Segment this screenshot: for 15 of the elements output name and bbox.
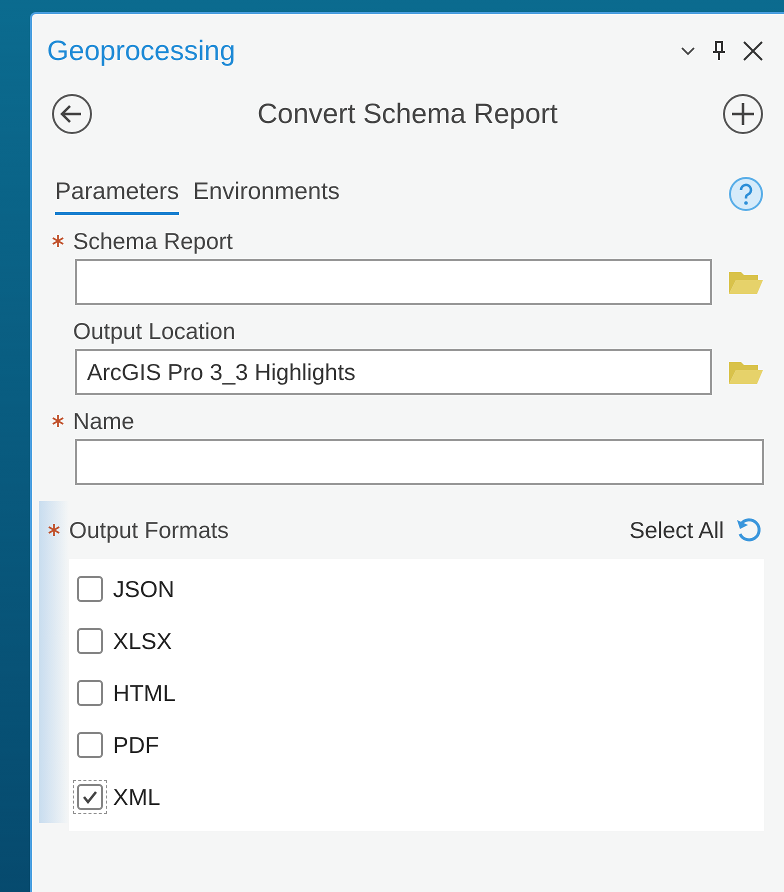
select-all-button[interactable]: Select All: [629, 516, 724, 544]
option-label: HTML: [113, 680, 176, 706]
pane-title: Geoprocessing: [47, 35, 236, 67]
option-label: XLSX: [113, 628, 172, 654]
parameter-label: Output Formats: [69, 516, 229, 544]
input-field[interactable]: ArcGIS Pro 3_3 Highlights: [75, 349, 712, 395]
option-label: PDF: [113, 732, 159, 758]
tab[interactable]: Parameters: [55, 172, 180, 215]
tab[interactable]: Environments: [193, 172, 340, 215]
parameter-label: Output Location: [73, 318, 236, 344]
option-label: JSON: [113, 576, 174, 602]
parameter-label: Schema Report: [73, 228, 233, 254]
tool-title: Convert Schema Report: [257, 98, 558, 130]
option-label: XML: [113, 784, 160, 810]
parameter-label: Name: [73, 408, 134, 434]
